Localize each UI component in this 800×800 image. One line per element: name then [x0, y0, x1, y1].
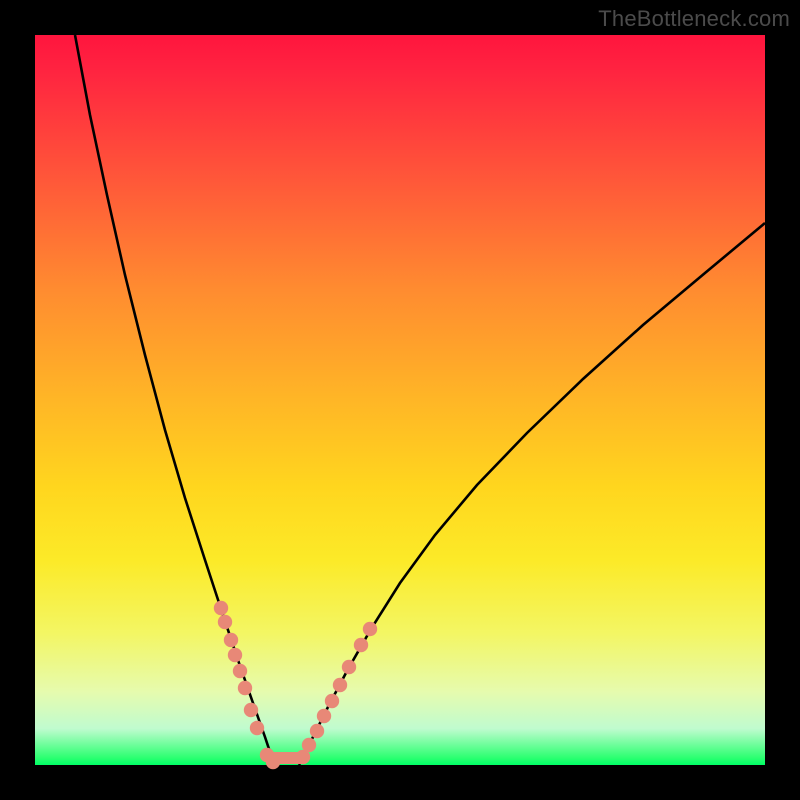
plot-area [35, 35, 765, 765]
bead [228, 648, 242, 662]
bead [310, 724, 324, 738]
bead [224, 633, 238, 647]
bead [302, 738, 316, 752]
bead [266, 755, 280, 769]
bead [218, 615, 232, 629]
bead [233, 664, 247, 678]
bead [317, 709, 331, 723]
chart-svg [35, 35, 765, 765]
bead [325, 694, 339, 708]
bead [342, 660, 356, 674]
beads-left-group [214, 601, 280, 769]
bead [354, 638, 368, 652]
left-curve [75, 35, 275, 765]
bead [244, 703, 258, 717]
bead [250, 721, 264, 735]
bead [238, 681, 252, 695]
right-curve [299, 223, 765, 765]
bead [363, 622, 377, 636]
watermark-text: TheBottleneck.com [598, 6, 790, 32]
bead [214, 601, 228, 615]
bead [333, 678, 347, 692]
